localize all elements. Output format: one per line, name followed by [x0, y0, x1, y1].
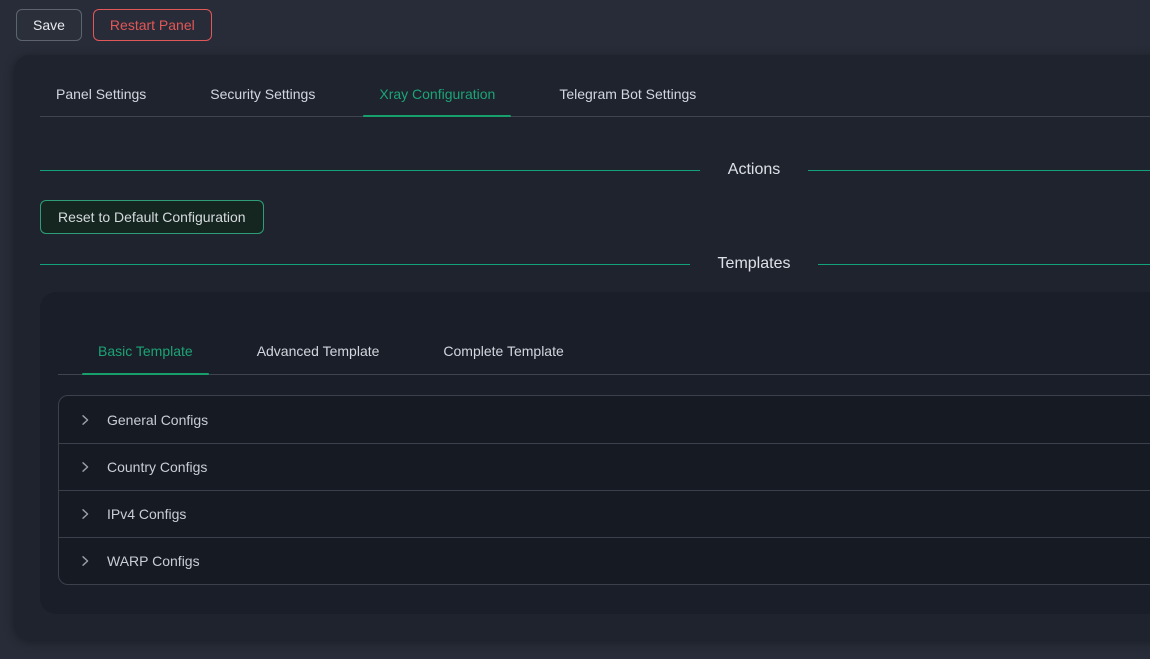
reset-to-default-button[interactable]: Reset to Default Configuration — [40, 200, 264, 234]
tab-xray-configuration[interactable]: Xray Configuration — [363, 75, 511, 116]
collapse-label: Country Configs — [107, 459, 207, 475]
restart-panel-button[interactable]: Restart Panel — [93, 9, 212, 41]
collapse-label: General Configs — [107, 412, 208, 428]
tab-complete-template[interactable]: Complete Template — [427, 331, 579, 374]
collapse-warp-configs[interactable]: WARP Configs — [59, 537, 1150, 584]
template-tabs: Basic Template Advanced Template Complet… — [58, 331, 1150, 375]
chevron-right-icon — [79, 555, 91, 567]
actions-divider-label: Actions — [728, 161, 780, 179]
templates-card: Basic Template Advanced Template Complet… — [40, 292, 1150, 614]
chevron-right-icon — [79, 414, 91, 426]
config-collapse-list: General Configs Country Configs IPv4 Con… — [58, 395, 1150, 585]
top-toolbar: Save Restart Panel — [0, 0, 1150, 50]
tab-panel-settings[interactable]: Panel Settings — [40, 75, 162, 116]
collapse-label: IPv4 Configs — [107, 506, 186, 522]
actions-divider: Actions — [40, 161, 1150, 179]
tab-basic-template[interactable]: Basic Template — [82, 331, 209, 374]
tab-advanced-template[interactable]: Advanced Template — [241, 331, 396, 374]
collapse-ipv4-configs[interactable]: IPv4 Configs — [59, 490, 1150, 537]
chevron-right-icon — [79, 508, 91, 520]
collapse-country-configs[interactable]: Country Configs — [59, 443, 1150, 490]
templates-divider: Templates — [40, 255, 1150, 273]
chevron-right-icon — [79, 461, 91, 473]
templates-divider-label: Templates — [718, 255, 791, 273]
save-button[interactable]: Save — [16, 9, 82, 41]
collapse-label: WARP Configs — [107, 553, 200, 569]
settings-card: Panel Settings Security Settings Xray Co… — [14, 55, 1150, 640]
tab-security-settings[interactable]: Security Settings — [194, 75, 331, 116]
collapse-general-configs[interactable]: General Configs — [59, 396, 1150, 443]
tab-telegram-bot-settings[interactable]: Telegram Bot Settings — [543, 75, 712, 116]
main-tabs: Panel Settings Security Settings Xray Co… — [40, 75, 1150, 117]
